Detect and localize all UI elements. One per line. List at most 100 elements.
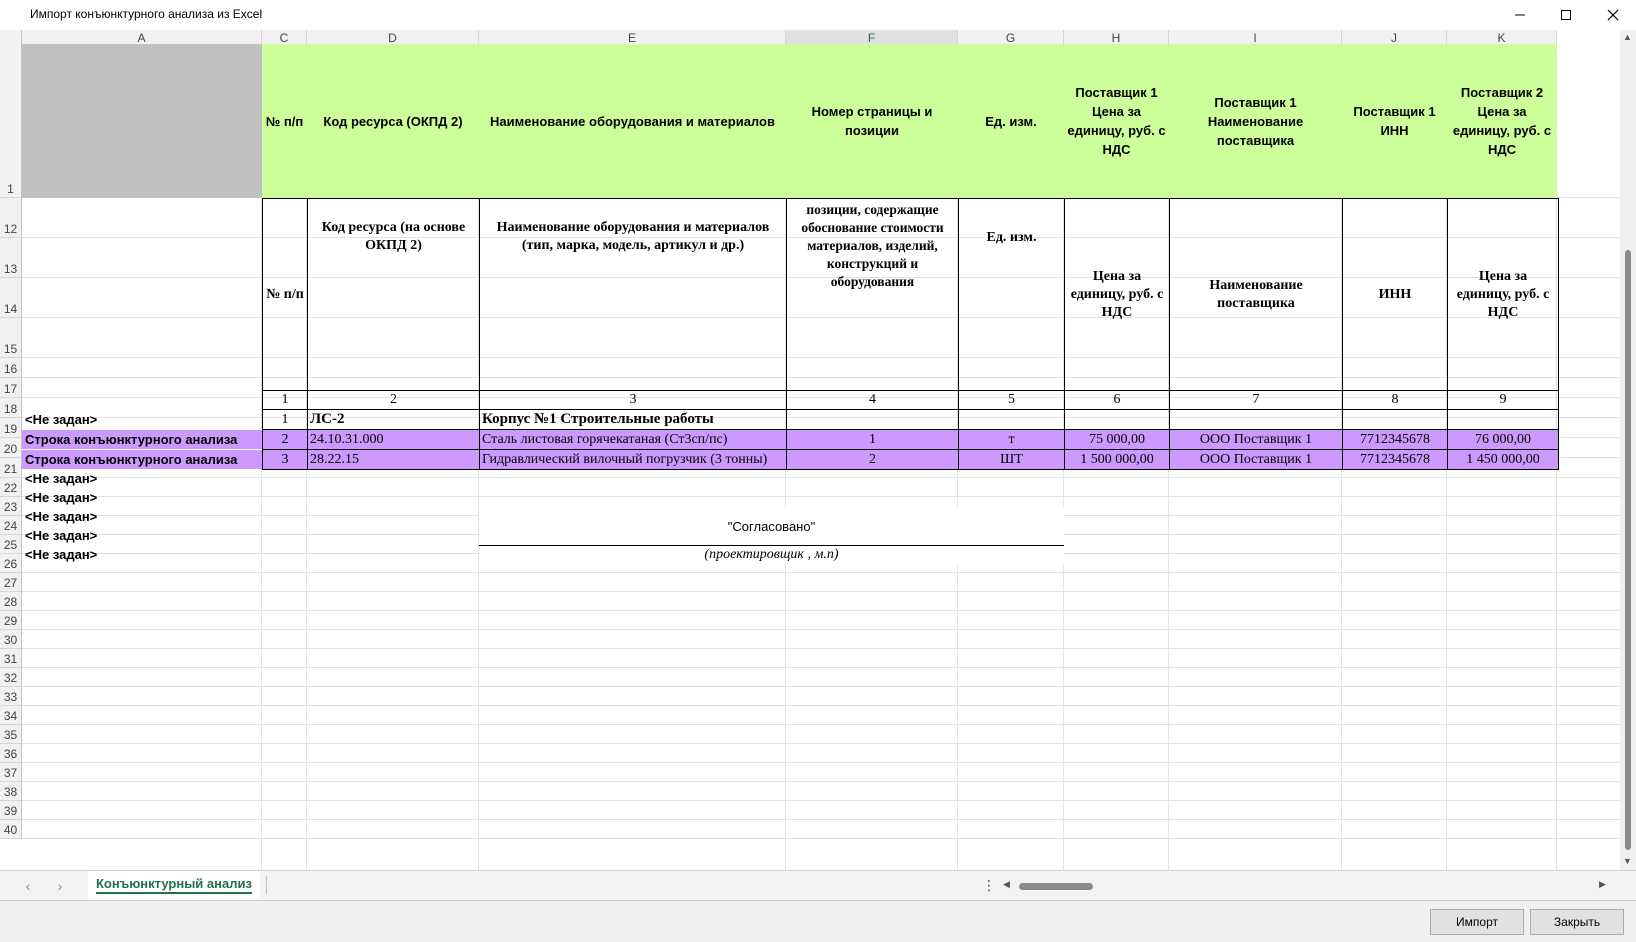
row-header-23[interactable]: 23 [0, 497, 22, 516]
row-header-33[interactable]: 33 [0, 687, 22, 706]
row-header-32[interactable]: 32 [0, 668, 22, 687]
data-page[interactable]: 2 [786, 449, 959, 470]
header-doc-code[interactable]: Код ресурса (на основе ОКПД 2) [307, 198, 480, 391]
data-code[interactable]: 24.10.31.000 [307, 429, 480, 450]
data-name[interactable]: Сталь листовая горячекатаная (Ст3сп/пс) [479, 429, 787, 450]
row-header-26[interactable]: 26 [0, 554, 22, 573]
row-label[interactable]: <Не задан> [22, 507, 262, 526]
scroll-right-icon[interactable]: ▶ [1599, 879, 1606, 890]
header-doc-unit[interactable]: Ед. изм. [958, 198, 1065, 391]
close-window-button[interactable] [1590, 0, 1636, 30]
header-main-name[interactable]: Наименование оборудования и материалов [479, 44, 786, 198]
more-options-icon[interactable]: ⋮ [982, 877, 996, 894]
data-supplier1[interactable]: ООО Поставщик 1 [1169, 429, 1343, 450]
header-main-price2[interactable]: Поставщик 2 Цена за единицу, руб. с НДС [1447, 44, 1557, 198]
data-supplier1[interactable]: ООО Поставщик 1 [1169, 449, 1343, 470]
numbering-cell[interactable]: 2 [307, 390, 480, 410]
close-button[interactable]: Закрыть [1530, 909, 1624, 935]
row-header-36[interactable]: 36 [0, 744, 22, 763]
row-header-37[interactable]: 37 [0, 763, 22, 782]
data-price1[interactable]: 1 500 000,00 [1064, 449, 1170, 470]
row-header-20[interactable]: 20 [0, 438, 22, 458]
scroll-up-icon[interactable]: ▲ [1623, 32, 1632, 42]
row-header-15[interactable]: 15 [0, 318, 22, 358]
row-header-25[interactable]: 25 [0, 535, 22, 554]
row-header-28[interactable]: 28 [0, 592, 22, 611]
row-header-21[interactable]: 21 [0, 458, 22, 478]
row-header-27[interactable]: 27 [0, 573, 22, 592]
row-header-19[interactable]: 19 [0, 418, 22, 438]
data-inn1[interactable]: 7712345678 [1342, 449, 1448, 470]
numbering-cell[interactable]: 5 [958, 390, 1065, 410]
header-main-unit[interactable]: Ед. изм. [958, 44, 1064, 198]
horizontal-scroll-thumb[interactable] [1019, 883, 1093, 890]
row-header-24[interactable]: 24 [0, 516, 22, 535]
data-price2[interactable]: 76 000,00 [1447, 429, 1559, 450]
header-doc-num[interactable]: № п/п [262, 198, 308, 391]
row-label[interactable]: Строка конъюнктурного анализа [22, 430, 262, 449]
header-doc-name[interactable]: Наименование оборудования и материалов (… [479, 198, 787, 391]
row-header-1[interactable]: 1 [0, 44, 22, 198]
row-header-35[interactable]: 35 [0, 725, 22, 744]
data-page[interactable]: 1 [786, 429, 959, 450]
header-main-num[interactable]: № п/п [262, 44, 307, 198]
import-button[interactable]: Импорт [1430, 909, 1524, 935]
minimize-button[interactable] [1497, 0, 1543, 30]
header-main-page[interactable]: Номер страницы и позиции [786, 44, 958, 198]
cell-a1[interactable] [22, 44, 262, 198]
horizontal-scrollbar[interactable]: ◀ ▶ [1003, 879, 1609, 891]
section-empty-cell[interactable] [1064, 409, 1170, 430]
scroll-down-icon[interactable]: ▼ [1623, 856, 1632, 866]
row-header-30[interactable]: 30 [0, 630, 22, 649]
data-price1[interactable]: 75 000,00 [1064, 429, 1170, 450]
section-empty-cell[interactable] [1169, 409, 1343, 430]
header-main-code[interactable]: Код ресурса (ОКПД 2) [307, 44, 479, 198]
section-empty-cell[interactable] [786, 409, 959, 430]
numbering-cell[interactable]: 8 [1342, 390, 1448, 410]
numbering-cell[interactable]: 9 [1447, 390, 1559, 410]
vertical-scrollbar[interactable]: ▲ ▼ [1620, 30, 1636, 870]
row-label[interactable]: <Не задан> [22, 410, 262, 429]
header-doc-price2[interactable]: Цена за единицу, руб. с НДС [1447, 198, 1559, 391]
maximize-button[interactable] [1543, 0, 1589, 30]
row-header-16[interactable]: 16 [0, 358, 22, 378]
row-header-29[interactable]: 29 [0, 611, 22, 630]
data-unit[interactable]: ШТ [958, 449, 1065, 470]
vertical-scroll-thumb[interactable] [1625, 250, 1631, 850]
data-code[interactable]: 28.22.15 [307, 449, 480, 470]
row-header-22[interactable]: 22 [0, 478, 22, 497]
header-main-supplier1[interactable]: Поставщик 1 Наименование поставщика [1169, 44, 1342, 198]
row-label[interactable]: <Не задан> [22, 488, 262, 507]
header-doc-inn1[interactable]: ИНН [1342, 198, 1448, 391]
row-label[interactable]: <Не задан> [22, 469, 262, 488]
designer-note[interactable]: (проектировщик , м.п) [479, 545, 1064, 564]
next-sheet-button[interactable]: › [50, 877, 70, 895]
row-header-31[interactable]: 31 [0, 649, 22, 668]
data-inn1[interactable]: 7712345678 [1342, 429, 1448, 450]
row-header-18[interactable]: 18 [0, 398, 22, 418]
row-header-17[interactable]: 17 [0, 378, 22, 398]
header-doc-price1[interactable]: Цена за единицу, руб. с НДС [1064, 198, 1170, 391]
row-header-34[interactable]: 34 [0, 706, 22, 725]
section-code[interactable]: ЛС-2 [307, 409, 480, 430]
spreadsheet-grid[interactable]: A C D E F G H I J K 1 12 13 14 15 16 17 18 19 20 2… [0, 30, 1620, 870]
header-doc-supplier1[interactable]: Наименование поставщика [1169, 198, 1343, 391]
row-header-38[interactable]: 38 [0, 782, 22, 801]
data-name[interactable]: Гидравлический вилочный погрузчик (3 тон… [479, 449, 787, 470]
numbering-cell[interactable]: 4 [786, 390, 959, 410]
row-header-12[interactable]: 12 [0, 198, 22, 238]
section-empty-cell[interactable] [958, 409, 1065, 430]
row-label[interactable]: <Не задан> [22, 545, 262, 564]
row-label[interactable]: <Не задан> [22, 526, 262, 545]
data-num[interactable]: 2 [262, 429, 308, 450]
header-doc-page[interactable]: позиции, содержащие обоснование стоимост… [786, 198, 959, 391]
row-label[interactable]: Строка конъюнктурного анализа [22, 450, 262, 469]
numbering-cell[interactable]: 3 [479, 390, 787, 410]
header-main-price1[interactable]: Поставщик 1 Цена за единицу, руб. с НДС [1064, 44, 1169, 198]
numbering-cell[interactable]: 7 [1169, 390, 1343, 410]
prev-sheet-button[interactable]: ‹ [18, 877, 38, 895]
numbering-cell[interactable]: 1 [262, 390, 308, 410]
row-header-40[interactable]: 40 [0, 820, 22, 839]
numbering-cell[interactable]: 6 [1064, 390, 1170, 410]
section-empty-cell[interactable] [1342, 409, 1448, 430]
